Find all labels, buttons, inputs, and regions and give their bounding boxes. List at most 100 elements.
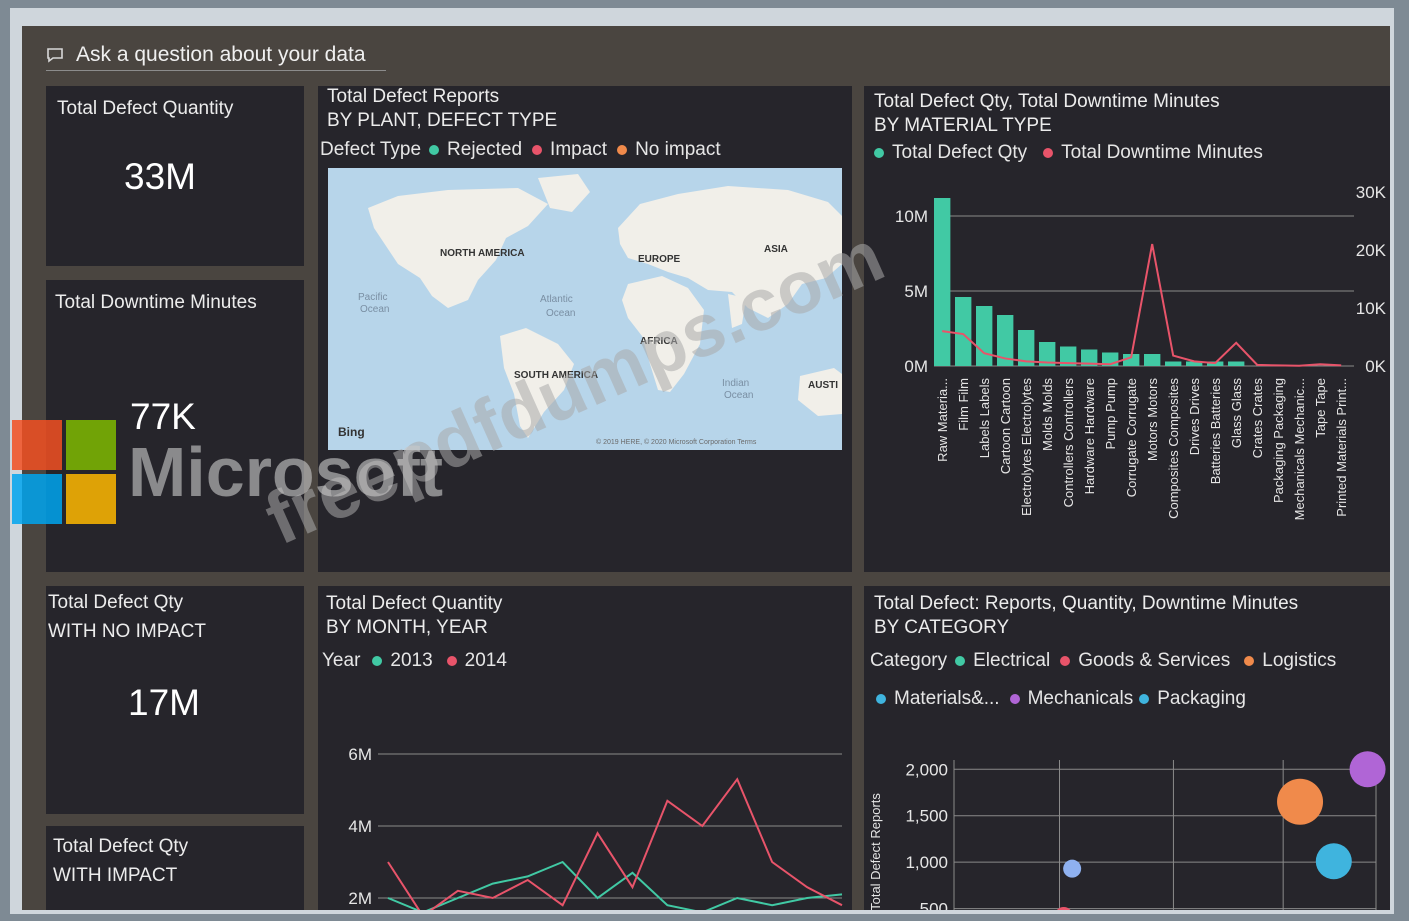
material-type-chart-tile[interactable]: Total Defect Qty, Total Downtime Minutes… — [864, 86, 1390, 572]
legend-dot — [446, 656, 457, 666]
y2-tick-label: 20K — [1356, 241, 1387, 260]
x-tick-label: Corrugate Corrugate — [1124, 378, 1139, 497]
x-tick-label: Labels Labels — [977, 378, 992, 459]
x-tick-label: Electrolytes Electrolytes — [1019, 378, 1034, 516]
kpi-title: Total Downtime Minutes — [55, 292, 257, 313]
legend-item-goods-services[interactable]: Goods & Services — [1078, 650, 1230, 672]
y-tick-label: 10M — [895, 207, 928, 226]
y-tick-label: 2M — [348, 889, 372, 908]
y-tick-label: 5M — [904, 282, 928, 301]
x-tick-label: Composites Composites — [1166, 378, 1181, 519]
label-indian-ocean: Ocean — [724, 390, 753, 401]
bar — [976, 306, 993, 366]
x-tick-label: Crates Crates — [1250, 378, 1265, 459]
world-map[interactable]: NORTH AMERICA EUROPE ASIA AFRICA SOUTH A… — [328, 168, 842, 450]
kpi-title: Total Defect Quantity — [57, 98, 234, 119]
legend-dot — [532, 145, 543, 155]
kpi-value: 17M — [128, 682, 200, 723]
legend-item-rejected[interactable]: Rejected — [447, 139, 522, 161]
bar — [934, 198, 951, 366]
x-tick-label: Mechanicals Mechanic... — [1292, 378, 1307, 520]
label-pacific: Pacific — [358, 292, 387, 303]
bar — [1228, 361, 1245, 366]
month-legend: Year 2013 2014 — [322, 650, 507, 672]
x-tick-label: Raw Materia... — [935, 378, 950, 462]
legend-dot — [372, 656, 383, 666]
legend-dot — [876, 694, 886, 704]
scatter-legend-row-2: Materials&... Mechanicals Packaging — [870, 688, 1246, 710]
y2-tick-label: 0K — [1365, 357, 1386, 376]
map-tile[interactable]: Total Defect Reports BY PLANT, DEFECT TY… — [318, 86, 852, 572]
chart-title: Total Defect Quantity — [326, 593, 503, 614]
chart-subtitle: BY MATERIAL TYPE — [874, 115, 1052, 136]
chart-subtitle: BY CATEGORY — [874, 617, 1010, 638]
legend-dot — [1060, 656, 1071, 666]
scatter-point — [1063, 859, 1082, 878]
x-tick-label: Glass Glass — [1229, 378, 1244, 449]
x-tick-label: Packaging Packaging — [1271, 378, 1286, 503]
label-indian: Indian — [722, 378, 749, 389]
category-scatter-chart[interactable]: 500 1,000 1,500 2,000 Total Defect Reports — [864, 726, 1390, 910]
label-asia: ASIA — [764, 244, 788, 255]
y-tick-label: 0M — [904, 357, 928, 376]
kpi-subtitle: WITH NO IMPACT — [48, 621, 206, 642]
qa-label[interactable]: Ask a question about your data — [76, 43, 366, 67]
legend-item-defect-qty[interactable]: Total Defect Qty — [892, 142, 1027, 164]
kpi-value: 33M — [124, 156, 196, 197]
material-type-combo-chart[interactable]: 0M 5M 10M 0K 10K 20K 30K Raw Materia... Film Fil… — [864, 166, 1390, 572]
kpi-tile-downtime-minutes[interactable]: Total Downtime Minutes 77K — [46, 280, 304, 572]
series-line-2014 — [387, 777, 843, 910]
y-tick-label: 1,500 — [905, 807, 948, 826]
legend-title: Category — [870, 650, 948, 671]
scatter-point — [1277, 778, 1324, 825]
bar — [1144, 354, 1161, 366]
legend-dot — [1244, 656, 1255, 666]
chart-title: Total Defect Qty, Total Downtime Minutes — [874, 91, 1220, 112]
legend-item-2014[interactable]: 2014 — [465, 650, 507, 672]
bar — [1165, 361, 1182, 366]
x-tick-label: Molds Molds — [1040, 378, 1055, 451]
map-legend: Defect Type Rejected Impact No impact — [320, 139, 721, 161]
legend-dot — [429, 145, 440, 155]
chat-icon — [47, 48, 63, 63]
legend-dot — [874, 148, 884, 158]
x-tick-label: Hardware Hardware — [1082, 378, 1097, 494]
legend-item-no-impact[interactable]: No impact — [635, 139, 721, 161]
kpi-tile-no-impact[interactable]: Total Defect Qty WITH NO IMPACT 17M — [46, 586, 304, 814]
qa-bar[interactable]: Ask a question about your data — [46, 40, 386, 71]
bing-logo: Bing — [338, 425, 365, 439]
chart-title: Total Defect: Reports, Quantity, Downtim… — [874, 593, 1299, 614]
x-tick-label: Pump Pump — [1103, 378, 1118, 450]
legend-dot — [617, 145, 628, 155]
legend-item-impact[interactable]: Impact — [550, 139, 607, 161]
legend-item-2013[interactable]: 2013 — [390, 650, 432, 672]
legend-dot — [955, 656, 966, 666]
legend-title: Defect Type — [320, 139, 422, 160]
bar — [955, 297, 972, 366]
y-tick-label: 1,000 — [905, 853, 948, 872]
label-australia: AUSTI — [808, 380, 838, 391]
label-pacific-ocean: Ocean — [360, 304, 389, 315]
legend-dot — [1009, 694, 1020, 704]
legend-item-electrical[interactable]: Electrical — [973, 650, 1050, 672]
month-year-line-chart[interactable]: 2M 4M 6M — [318, 716, 852, 910]
x-tick-label: Film Film — [956, 378, 971, 431]
x-tick-label: Batteries Batteries — [1208, 378, 1223, 485]
legend-item-mechanicals[interactable]: Mechanicals — [1028, 688, 1134, 710]
label-europe: EUROPE — [638, 254, 681, 265]
legend-item-logistics[interactable]: Logistics — [1262, 650, 1336, 672]
scatter-legend-row-1: Category Electrical Goods & Services Log… — [870, 650, 1336, 672]
y2-tick-label: 30K — [1356, 183, 1387, 202]
legend-item-packaging[interactable]: Packaging — [1157, 688, 1246, 710]
scatter-point — [1315, 843, 1352, 880]
legend-item-materials[interactable]: Materials&... — [894, 688, 1000, 710]
y-tick-label: 2,000 — [905, 760, 948, 779]
kpi-tile-defect-quantity[interactable]: Total Defect Quantity 33M — [46, 86, 304, 266]
category-scatter-tile[interactable]: Total Defect: Reports, Quantity, Downtim… — [864, 586, 1390, 910]
map-subtitle: BY PLANT, DEFECT TYPE — [327, 110, 558, 131]
month-year-chart-tile[interactable]: Total Defect Quantity BY MONTH, YEAR Yea… — [318, 586, 852, 910]
kpi-tile-with-impact[interactable]: Total Defect Qty WITH IMPACT — [46, 826, 304, 910]
kpi-title: Total Defect Qty — [48, 592, 184, 613]
legend-item-downtime[interactable]: Total Downtime Minutes — [1061, 142, 1263, 164]
map-copyright: © 2019 HERE, © 2020 Microsoft Corporatio… — [596, 438, 757, 446]
